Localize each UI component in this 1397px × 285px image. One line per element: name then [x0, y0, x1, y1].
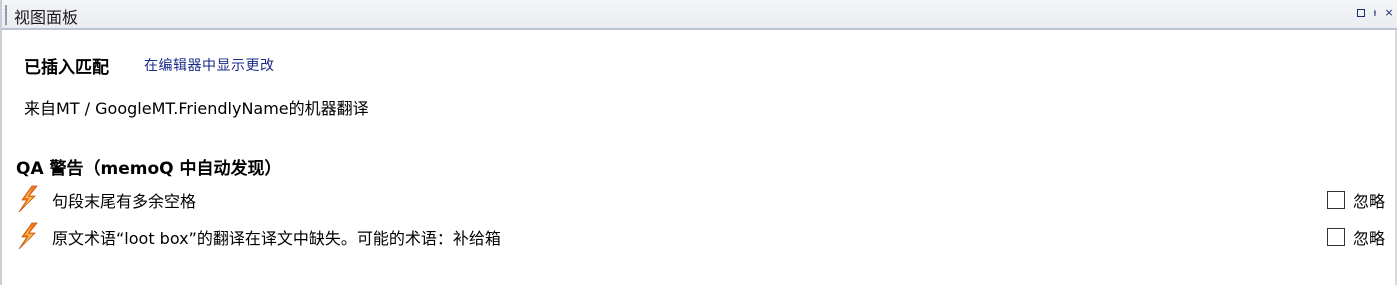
ignore-label: 忽略	[1352, 192, 1385, 211]
close-button[interactable]: ×	[1383, 6, 1395, 20]
titlebar-buttons: ᵼ ×	[1355, 6, 1395, 20]
ignore-checkbox[interactable]	[1326, 228, 1345, 246]
view-panel: 视图面板 ᵼ × 已插入匹配 在编辑器中显示更改 来自MT / GoogleMT…	[0, 0, 1397, 285]
ignore-toggle[interactable]: 忽略	[1326, 188, 1385, 212]
pin-icon: ᵼ	[1373, 6, 1377, 19]
pin-button[interactable]: ᵼ	[1369, 6, 1381, 20]
panel-title: 视图面板	[14, 8, 79, 27]
show-changes-link[interactable]: 在编辑器中显示更改	[144, 55, 275, 75]
qa-warning-row: 句段末尾有多余空格 忽略	[16, 185, 1391, 213]
ignore-label: 忽略	[1352, 229, 1385, 248]
lightning-warning-icon	[18, 222, 38, 250]
inserted-match-heading: 已插入匹配	[24, 58, 109, 78]
qa-warning-text: 原文术语“loot box”的翻译在译文中缺失。可能的术语：补给箱	[52, 229, 501, 248]
ignore-checkbox[interactable]	[1326, 191, 1345, 209]
qa-warning-text: 句段末尾有多余空格	[52, 192, 197, 211]
ignore-toggle[interactable]: 忽略	[1326, 225, 1385, 249]
drag-grip[interactable]	[5, 5, 7, 25]
mt-source-text: 来自MT / GoogleMT.FriendlyName的机器翻译	[24, 99, 369, 118]
restore-button[interactable]	[1355, 6, 1367, 20]
qa-warnings-heading: QA 警告（memoQ 中自动发现）	[16, 159, 282, 179]
qa-warning-row: 原文术语“loot box”的翻译在译文中缺失。可能的术语：补给箱 忽略	[16, 222, 1391, 250]
close-icon: ×	[1384, 6, 1394, 19]
restore-icon	[1357, 9, 1365, 17]
lightning-warning-icon	[18, 185, 38, 213]
panel-titlebar: 视图面板 ᵼ ×	[2, 0, 1397, 30]
